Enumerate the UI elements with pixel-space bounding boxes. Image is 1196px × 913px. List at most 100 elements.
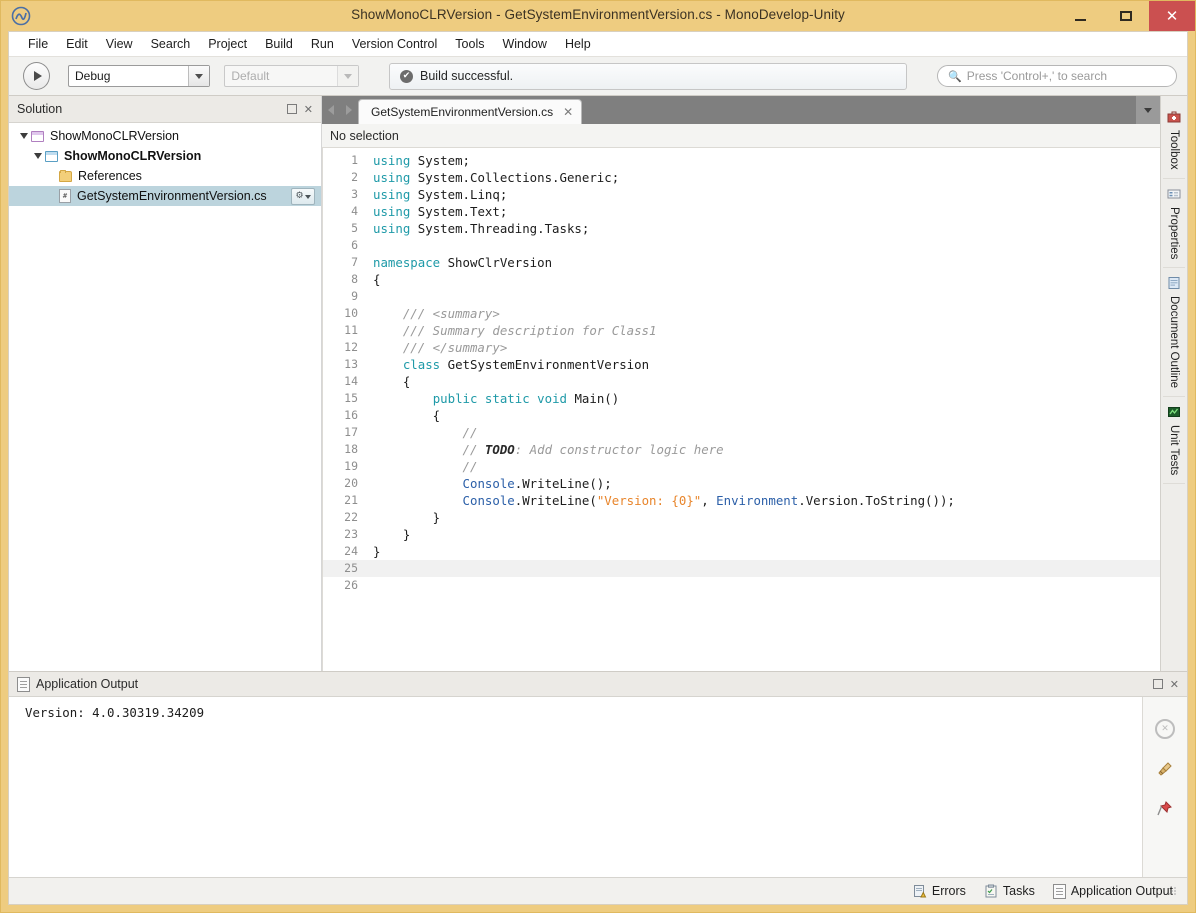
rail-tab-unit-tests[interactable]: Unit Tests — [1163, 397, 1185, 485]
code-text: { — [373, 408, 441, 423]
close-button[interactable]: ✕ — [1149, 1, 1195, 31]
clear-button[interactable] — [1155, 759, 1175, 779]
status-tasks[interactable]: Tasks — [984, 884, 1035, 898]
menu-help[interactable]: Help — [556, 35, 600, 53]
tree-item-solution[interactable]: ShowMonoCLRVersion — [9, 126, 321, 146]
success-icon: ✔ — [400, 69, 413, 83]
code-line: 20 Console.WriteLine(); — [323, 475, 1160, 492]
pin-button[interactable] — [1155, 799, 1175, 819]
menu-window[interactable]: Window — [493, 35, 555, 53]
application-output-pad: Application Output ✕ Version: 4.0.30319.… — [9, 671, 1187, 877]
menu-view[interactable]: View — [97, 35, 142, 53]
status-errors[interactable]: Errors — [913, 884, 966, 898]
close-icon[interactable]: ✕ — [563, 105, 573, 119]
editor-tab[interactable]: GetSystemEnvironmentVersion.cs ✕ — [358, 99, 583, 124]
line-number: 18 — [344, 442, 358, 456]
code-line: 12 /// </summary> — [323, 339, 1160, 356]
build-status-panel[interactable]: ✔ Build successful. — [389, 62, 907, 90]
output-pad-body: Version: 4.0.30319.34209 ✕ — [9, 697, 1187, 877]
status-item-label: Errors — [931, 884, 966, 898]
close-pad-icon[interactable]: ✕ — [304, 104, 313, 115]
expander-icon[interactable] — [31, 153, 45, 159]
line-number: 10 — [344, 306, 358, 320]
expander-icon[interactable] — [17, 133, 31, 139]
rail-tab-document-outline[interactable]: Document Outline — [1163, 268, 1185, 398]
window-controls: ✕ — [1057, 1, 1195, 31]
menu-tools[interactable]: Tools — [446, 35, 493, 53]
maximize-button[interactable] — [1103, 1, 1149, 31]
menu-search[interactable]: Search — [142, 35, 200, 53]
minimize-pad-icon[interactable] — [286, 104, 297, 114]
runtime-select[interactable]: Default — [224, 65, 359, 87]
tree-item-references[interactable]: References — [9, 166, 321, 186]
run-button[interactable] — [23, 62, 50, 90]
line-number: 17 — [344, 425, 358, 439]
solution-pad: Solution ✕ ShowMonoCLRVersion ShowMonoCL… — [9, 96, 322, 671]
code-line: 18 // TODO: Add constructor logic here — [323, 441, 1160, 458]
solution-icon — [31, 130, 44, 142]
line-number: 20 — [344, 476, 358, 490]
line-number: 8 — [351, 272, 358, 286]
chevron-down-icon — [304, 194, 311, 199]
code-line: 10 /// <summary> — [323, 305, 1160, 322]
line-number: 16 — [344, 408, 358, 422]
menu-version-control[interactable]: Version Control — [343, 35, 446, 53]
line-number: 7 — [351, 255, 358, 269]
minimize-button[interactable] — [1057, 1, 1103, 31]
editor-tab-dropdown[interactable] — [1136, 96, 1160, 124]
chevron-right-icon[interactable] — [346, 105, 352, 115]
code-text: using System.Threading.Tasks; — [373, 221, 590, 236]
solution-pad-header: Solution ✕ — [9, 96, 321, 123]
csharp-file-icon: # — [59, 189, 71, 203]
rail-tab-label: Document Outline — [1168, 296, 1180, 389]
status-application-output[interactable]: Application Output — [1052, 883, 1173, 899]
search-input[interactable]: 🔍 Press 'Control+,' to search — [937, 65, 1177, 87]
tree-item-label: References — [78, 169, 142, 183]
right-dock-rail: Toolbox Properties Document Outline Unit… — [1160, 96, 1187, 671]
breadcrumb: No selection — [322, 124, 1160, 148]
output-text: Version: 4.0.30319.34209 — [25, 705, 205, 720]
rail-tab-properties[interactable]: Properties — [1163, 179, 1185, 269]
code-line: 14 { — [323, 373, 1160, 390]
code-line: 5 using System.Threading.Tasks; — [323, 220, 1160, 237]
rail-tab-label: Unit Tests — [1168, 425, 1180, 476]
code-line: 15 public static void Main() — [323, 390, 1160, 407]
title-bar: ShowMonoCLRVersion - GetSystemEnvironmen… — [1, 1, 1195, 31]
code-line: 4 using System.Text; — [323, 203, 1160, 220]
document-icon — [1052, 883, 1066, 899]
code-line: 11 /// Summary description for Class1 — [323, 322, 1160, 339]
file-options-button[interactable]: ⚙ — [291, 188, 315, 205]
tree-item-file[interactable]: # GetSystemEnvironmentVersion.cs ⚙ — [9, 186, 321, 206]
chevron-left-icon[interactable] — [328, 105, 334, 115]
code-lines[interactable]: 1 using System; 2 using System.Collections.… — [323, 148, 1160, 671]
menu-project[interactable]: Project — [199, 35, 256, 53]
code-line: 26 — [323, 577, 1160, 594]
line-number: 5 — [351, 221, 358, 235]
line-number: 13 — [344, 357, 358, 371]
menu-file[interactable]: File — [19, 35, 57, 53]
code-text: namespace ShowClrVersion — [373, 255, 553, 270]
close-icon: ✕ — [1165, 6, 1179, 25]
rail-tab-toolbox[interactable]: Toolbox — [1163, 102, 1185, 179]
code-text: Console.WriteLine(); — [462, 476, 612, 491]
code-editor[interactable]: 1 using System; 2 using System.Collections.… — [322, 148, 1160, 671]
menu-run[interactable]: Run — [302, 35, 343, 53]
menu-edit[interactable]: Edit — [57, 35, 97, 53]
resize-grip[interactable] — [1168, 886, 1177, 895]
line-number: 21 — [344, 493, 358, 507]
close-pad-icon[interactable]: ✕ — [1170, 679, 1179, 690]
minimize-pad-icon[interactable] — [1152, 679, 1163, 689]
tasks-icon — [985, 884, 997, 898]
output-pad-buttons: ✕ — [1152, 679, 1179, 690]
output-pad-header: Application Output ✕ — [9, 672, 1187, 697]
menu-bar: File Edit View Search Project Build Run … — [9, 32, 1187, 56]
tree-item-project[interactable]: ShowMonoCLRVersion — [9, 146, 321, 166]
code-line: 25 — [323, 560, 1160, 577]
configuration-value: Debug — [75, 69, 111, 83]
line-number: 9 — [351, 289, 358, 303]
configuration-select[interactable]: Debug — [68, 65, 211, 87]
stop-button[interactable]: ✕ — [1155, 719, 1175, 739]
menu-build[interactable]: Build — [256, 35, 302, 53]
code-text: /// </summary> — [373, 340, 508, 355]
code-text: // — [373, 459, 478, 474]
